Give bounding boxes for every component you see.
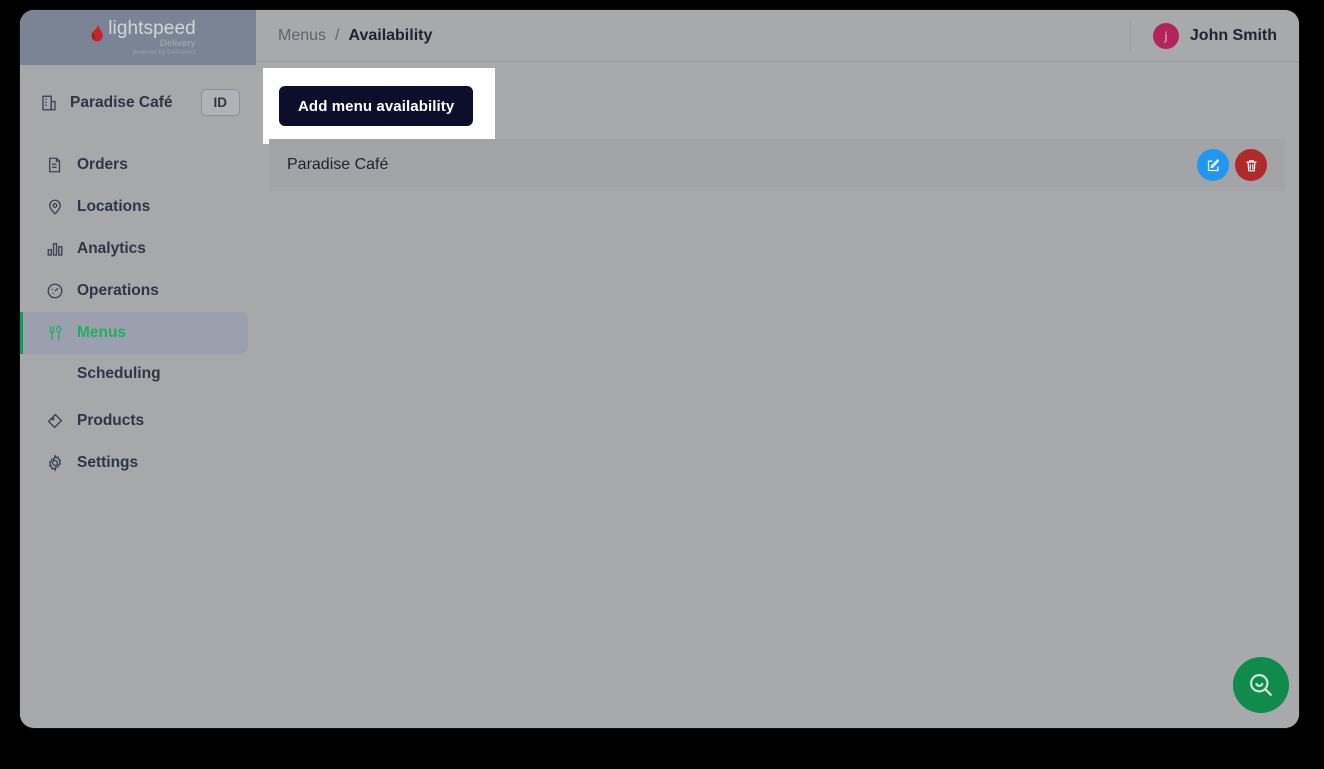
delete-button[interactable]	[1235, 149, 1267, 181]
screen-frame: lightspeed Delivery powered by Deliverec…	[0, 0, 1324, 769]
topbar: Menus / Availability j John Smith	[256, 10, 1299, 62]
sidebar-item-menus[interactable]: Menus	[20, 312, 248, 354]
app-window: lightspeed Delivery powered by Deliverec…	[20, 10, 1299, 728]
user-name: John Smith	[1189, 26, 1277, 44]
store-icon	[42, 95, 56, 110]
add-menu-availability-button[interactable]: Add menu availability	[279, 86, 474, 126]
edit-icon	[1207, 158, 1219, 171]
edit-button[interactable]	[1197, 149, 1229, 181]
breadcrumb: Menus / Availability	[278, 27, 432, 45]
table-row[interactable]: Paradise Café	[269, 139, 1285, 191]
store-id-badge[interactable]: ID	[200, 88, 240, 117]
sidebar-item-locations[interactable]: Locations	[20, 186, 248, 228]
logo-poweredby: powered by Deliverect	[132, 49, 196, 57]
brand-logo[interactable]: lightspeed Delivery powered by Deliverec…	[20, 10, 256, 65]
logo-product: Delivery	[159, 37, 196, 49]
store-selector[interactable]: Paradise Café ID	[20, 65, 256, 140]
sidebar-item-label: Operations	[77, 282, 159, 299]
sidebar: lightspeed Delivery powered by Deliverec…	[20, 10, 257, 728]
sidebar-item-label: Products	[77, 412, 145, 429]
breadcrumb-current: Availability	[348, 26, 433, 44]
gauge-icon	[47, 283, 63, 299]
sidebar-item-analytics[interactable]: Analytics	[20, 228, 248, 270]
sidebar-item-operations[interactable]: Operations	[20, 270, 248, 312]
main-content: Menus / Availability j John Smith Add me…	[256, 10, 1299, 728]
sidebar-item-label: Orders	[77, 156, 128, 173]
search-smile-icon	[1249, 673, 1273, 697]
sidebar-nav: Orders Locations Analytics Operations Me…	[20, 144, 256, 484]
sidebar-item-label: Locations	[77, 198, 151, 215]
sidebar-item-label: Menus	[77, 324, 127, 341]
sidebar-subitem-label: Scheduling	[77, 365, 161, 382]
lightspeed-flame-icon	[91, 21, 104, 42]
avatar[interactable]: j	[1152, 22, 1179, 49]
sidebar-item-products[interactable]: Products	[20, 400, 248, 442]
cutlery-icon	[49, 325, 62, 340]
sidebar-item-label: Analytics	[77, 240, 146, 257]
logo-wordmark: lightspeed	[108, 17, 196, 39]
user-menu[interactable]: j John Smith	[1129, 21, 1277, 50]
store-name: Paradise Café	[70, 93, 173, 111]
breadcrumb-parent[interactable]: Menus	[278, 27, 326, 45]
sidebar-item-label: Settings	[77, 454, 139, 471]
sidebar-subitem-scheduling[interactable]: Scheduling	[20, 354, 256, 394]
gear-icon	[48, 454, 62, 472]
support-search-fab[interactable]	[1233, 657, 1289, 713]
tag-icon	[47, 413, 63, 429]
topbar-divider	[1129, 21, 1131, 50]
breadcrumb-separator: /	[335, 26, 340, 44]
location-pin-icon	[49, 199, 61, 215]
sidebar-item-settings[interactable]: Settings	[20, 442, 248, 484]
sidebar-item-orders[interactable]: Orders	[20, 144, 248, 186]
menu-availability-name: Paradise Café	[287, 156, 389, 173]
trash-icon	[1246, 159, 1256, 171]
analytics-icon	[47, 243, 63, 256]
orders-icon	[49, 157, 61, 173]
row-actions	[1197, 149, 1267, 181]
